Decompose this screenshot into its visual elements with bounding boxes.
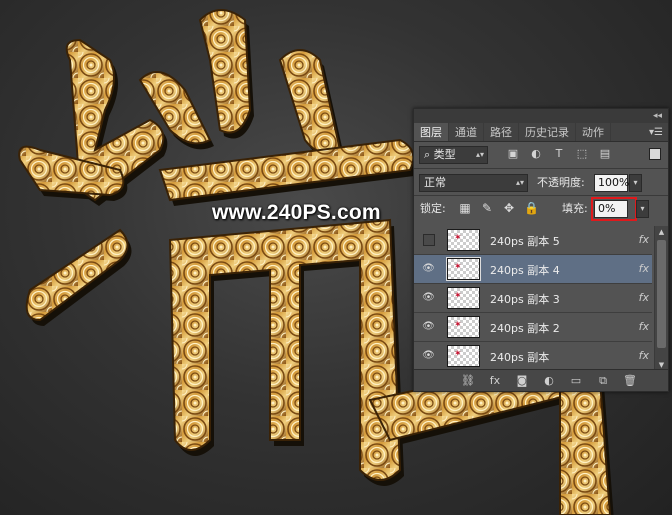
type-layer-filter-icon[interactable]: T [552, 147, 566, 161]
layer-name[interactable]: 240ps 副本 4 [490, 262, 560, 278]
tab-channels[interactable]: 通道 [449, 123, 484, 141]
lock-position-icon[interactable]: ✥ [502, 200, 516, 216]
filter-toggle[interactable] [649, 148, 661, 160]
search-icon: ⌕ [424, 148, 431, 161]
eye-icon[interactable]: 👁 [422, 292, 435, 304]
fill-slider-button[interactable]: ▾ [636, 200, 649, 218]
scrollbar-thumb[interactable] [657, 240, 666, 348]
opacity-slider-button[interactable]: ▾ [629, 174, 642, 192]
fx-icon[interactable]: fx [639, 349, 649, 362]
layer-thumbnail[interactable]: ✶ [446, 257, 481, 281]
lock-all-icon[interactable]: 🔒 [524, 200, 539, 216]
shape-layer-filter-icon[interactable]: ⬚ [575, 147, 589, 161]
layer-thumbnail[interactable]: ✶ [447, 345, 480, 367]
updown-arrow-icon: ▴▾ [475, 150, 484, 159]
fx-icon[interactable]: fx [639, 233, 649, 246]
lock-label: 锁定: [420, 202, 446, 215]
opacity-label: 不透明度: [537, 176, 585, 189]
smart-object-filter-icon[interactable]: ▤ [598, 147, 612, 161]
updown-arrow-icon: ▴▾ [515, 178, 524, 187]
visibility-toggle-off[interactable] [423, 234, 435, 246]
thumbnail-mark: ✶ [454, 233, 462, 243]
double-chevron-icon[interactable]: ◂◂ [653, 109, 662, 123]
layer-row[interactable]: 👁 ✶ 240ps 副本 4 fx [414, 255, 652, 284]
lock-transparent-icon[interactable]: ▦ [458, 200, 472, 216]
fill-highlight-box [591, 197, 637, 221]
panel-menu-icon[interactable]: ▾☰ [649, 123, 663, 142]
layer-row[interactable]: 👁 ✶ 240ps 副本 fx [414, 342, 652, 371]
blend-mode-value: 正常 [424, 176, 446, 189]
fx-icon[interactable]: fx [639, 320, 649, 333]
layer-name[interactable]: 240ps 副本 [490, 349, 549, 365]
thumbnail-mark: ✶ [454, 349, 462, 359]
thumbnail-mark: ✶ [454, 262, 462, 272]
layer-thumbnail[interactable]: ✶ [447, 287, 480, 309]
blend-mode-dropdown[interactable]: 正常 ▴▾ [419, 174, 528, 192]
tab-layers[interactable]: 图层 [414, 123, 449, 141]
layer-thumbnail[interactable]: ✶ [447, 229, 480, 251]
opacity-input[interactable]: 100% [594, 174, 629, 192]
layer-thumbnail[interactable]: ✶ [447, 316, 480, 338]
tab-actions[interactable]: 动作 [576, 123, 611, 141]
layer-row[interactable]: 👁 ✶ 240ps 副本 3 fx [414, 284, 652, 313]
lock-brush-icon[interactable]: ✎ [480, 200, 494, 216]
scroll-up-icon[interactable]: ▲ [655, 226, 668, 238]
layer-name[interactable]: 240ps 副本 5 [490, 233, 560, 249]
lock-row: 锁定: ▦ ✎ ✥ 🔒 填充: 0% ▾ [414, 196, 668, 222]
panel-tabs: 图层 通道 路径 历史记录 动作 ▾☰ [414, 123, 668, 142]
filter-kind-label: 类型 [433, 148, 456, 161]
tab-paths[interactable]: 路径 [484, 123, 519, 141]
add-mask-icon[interactable]: ◙ [514, 373, 530, 389]
eye-icon[interactable]: 👁 [422, 263, 435, 275]
add-style-button[interactable]: fx [487, 373, 503, 389]
filter-icons: ▣ ◐ T ⬚ ▤ [506, 147, 612, 161]
layer-name[interactable]: 240ps 副本 2 [490, 320, 560, 336]
filter-row: ⌕ 类型 ▴▾ ▣ ◐ T ⬚ ▤ [414, 142, 668, 168]
new-adjustment-icon[interactable]: ◐ [541, 373, 557, 389]
watermark-text: www.240PS.com [212, 201, 381, 224]
eye-icon[interactable]: 👁 [422, 350, 435, 362]
new-group-icon[interactable]: ▭ [568, 373, 584, 389]
layer-row[interactable]: ✶ 240ps 副本 5 fx [414, 226, 652, 255]
layers-panel: ◂◂ 图层 通道 路径 历史记录 动作 ▾☰ ⌕ 类型 ▴▾ ▣ ◐ T ⬚ ▤… [413, 108, 669, 392]
tab-history[interactable]: 历史记录 [519, 123, 576, 141]
new-layer-icon[interactable]: ⧉ [595, 373, 611, 389]
lock-icons: ▦ ✎ ✥ 🔒 [458, 200, 539, 216]
link-layers-icon[interactable]: ⛓ [460, 373, 476, 389]
layer-name[interactable]: 240ps 副本 3 [490, 291, 560, 307]
layer-row[interactable]: 👁 ✶ 240ps 副本 2 fx [414, 313, 652, 342]
thumbnail-mark: ✶ [454, 291, 462, 301]
thumbnail-mark: ✶ [454, 320, 462, 330]
fx-icon[interactable]: fx [639, 291, 649, 304]
layers-list: ✶ 240ps 副本 5 fx 👁 ✶ 240ps 副本 4 fx 👁 ✶ 24… [414, 226, 652, 371]
layers-scrollbar[interactable]: ▲ ▼ [654, 226, 668, 371]
footer-icons: ⛓ fx ◙ ◐ ▭ ⧉ 🗑 [460, 373, 638, 389]
filter-kind-dropdown[interactable]: ⌕ 类型 ▴▾ [419, 146, 488, 164]
delete-layer-icon[interactable]: 🗑 [622, 373, 638, 389]
panel-footer: ⛓ fx ◙ ◐ ▭ ⧉ 🗑 [414, 369, 668, 391]
pixel-layer-filter-icon[interactable]: ▣ [506, 147, 520, 161]
panel-titlebar[interactable]: ◂◂ [414, 109, 668, 123]
fx-icon[interactable]: fx [639, 262, 649, 275]
blend-row: 正常 ▴▾ 不透明度: 100% ▾ [414, 169, 668, 195]
adjustment-layer-filter-icon[interactable]: ◐ [529, 147, 543, 161]
eye-icon[interactable]: 👁 [422, 321, 435, 333]
fill-label: 填充: [562, 202, 588, 215]
